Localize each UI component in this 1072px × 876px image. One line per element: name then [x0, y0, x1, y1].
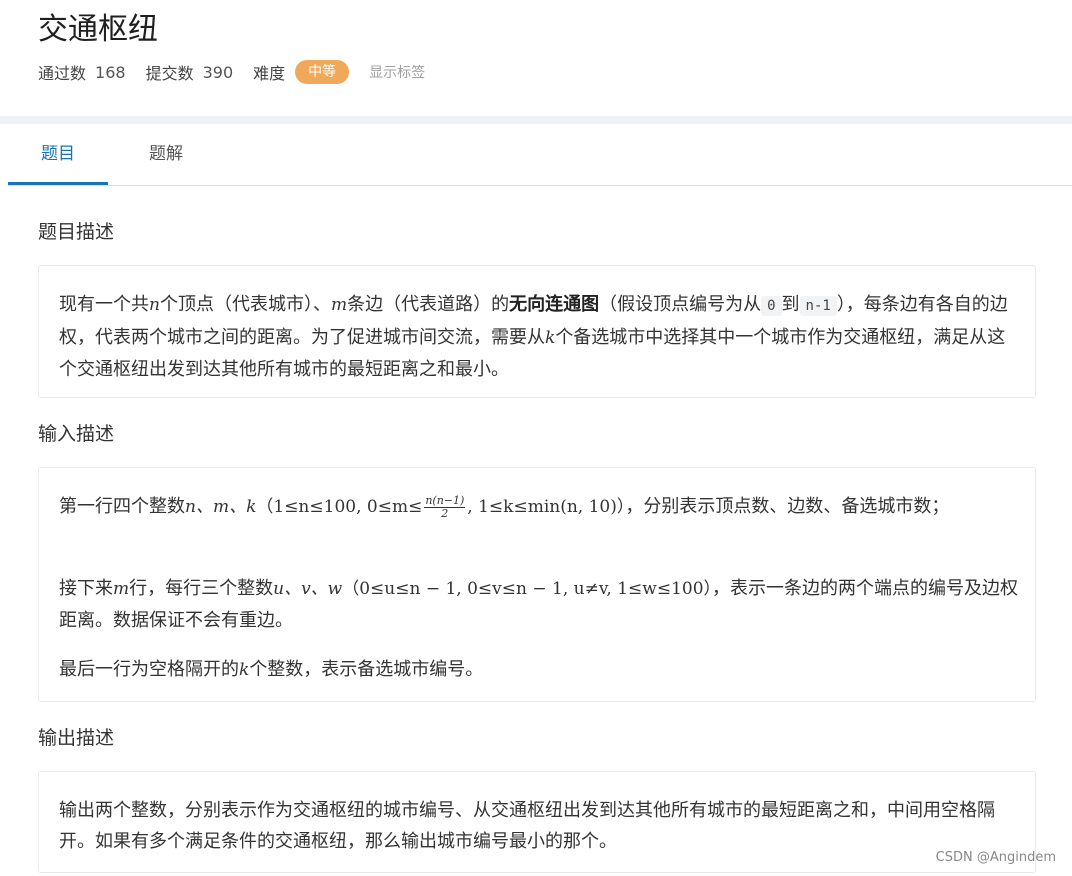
- math-var-m: m: [330, 295, 348, 315]
- math-var-m: m: [113, 579, 130, 599]
- tab-bar: 题目 题解: [8, 124, 1072, 186]
- input-box: 第一行四个整数n、m、k（1≤n≤100, 0≤m≤ n(n−1) 2, 1≤k≤m…: [38, 467, 1036, 702]
- description-text: 现有一个共n个顶点（代表城市）、m条边（代表道路）的无向连通图（假设顶点编号为从…: [59, 289, 1019, 385]
- output-heading: 输出描述: [38, 727, 115, 749]
- difficulty-badge: 中等: [295, 60, 350, 84]
- math-constraint: （1≤n≤100, 0≤m≤: [256, 497, 423, 517]
- text-run: ，分别表示顶点数、边数、备选城市数；: [625, 496, 950, 517]
- text-run: 到: [781, 294, 800, 315]
- input-line-1: 第一行四个整数n、m、k（1≤n≤100, 0≤m≤ n(n−1) 2, 1≤k≤m…: [59, 491, 1019, 523]
- math-vars: n、m、k: [185, 497, 257, 517]
- text-run: 最后一行为空格隔开的: [59, 659, 239, 680]
- math-constraint: , 1≤k≤min(n, 10)）: [467, 497, 626, 517]
- math-fraction: n(n−1) 2: [424, 493, 466, 520]
- text-run: 个整数，表示备选城市编号。: [249, 659, 484, 680]
- input-heading: 输入描述: [38, 423, 115, 445]
- accepted-count: 168: [95, 62, 126, 82]
- math-constraint: （0≤u≤n − 1, 0≤v≤n − 1, u≠v, 1≤w≤100）: [342, 579, 713, 599]
- watermark: CSDN @Angindem: [935, 850, 1056, 865]
- inline-code: 0: [761, 296, 782, 316]
- fraction-numerator: n(n−1): [424, 493, 466, 508]
- header-divider-band: [0, 116, 1072, 124]
- tab-problem[interactable]: 题目: [8, 124, 108, 185]
- difficulty-label: 难度: [253, 64, 286, 83]
- text-run: 条边（代表道路）的: [347, 294, 510, 315]
- submitted-label: 提交数: [145, 64, 194, 83]
- page-title: 交通枢纽: [38, 12, 158, 47]
- description-box: 现有一个共n个顶点（代表城市）、m条边（代表道路）的无向连通图（假设顶点编号为从…: [38, 265, 1036, 398]
- math-var-k: k: [545, 328, 556, 348]
- text-run: 个顶点（代表城市）、: [159, 294, 331, 315]
- math-var-k: k: [239, 660, 250, 680]
- problem-stats: 通过数 168 提交数 390 难度 中等 显示标签: [38, 58, 425, 86]
- text-run: 第一行四个整数: [59, 496, 185, 517]
- output-text: 输出两个整数，分别表示作为交通枢纽的城市编号、从交通枢纽出发到达其他所有城市的最…: [59, 800, 995, 852]
- math-vars: u、v、w: [273, 579, 343, 599]
- input-line-3: 最后一行为空格隔开的k个整数，表示备选城市编号。: [59, 654, 1019, 686]
- math-var-n: n: [149, 295, 160, 315]
- inline-code: n-1: [799, 296, 837, 316]
- accepted-label: 通过数: [38, 64, 87, 83]
- fraction-denominator: 2: [441, 506, 449, 520]
- tab-solution[interactable]: 题解: [116, 124, 216, 185]
- text-run: 行，每行三个整数: [129, 578, 274, 599]
- input-line-2: 接下来m行，每行三个整数u、v、w（0≤u≤n − 1, 0≤v≤n − 1, …: [59, 573, 1019, 636]
- bold-term: 无向连通图: [509, 294, 600, 315]
- text-run: 接下来: [59, 578, 113, 599]
- text-run: （假设顶点编号为从: [599, 294, 762, 315]
- submitted-count: 390: [202, 62, 234, 82]
- description-heading: 题目描述: [38, 221, 115, 243]
- output-box: 输出两个整数，分别表示作为交通枢纽的城市编号、从交通枢纽出发到达其他所有城市的最…: [38, 771, 1036, 873]
- show-tags-link[interactable]: 显示标签: [369, 62, 425, 82]
- text-run: 现有一个共: [59, 294, 149, 315]
- problem-header: 交通枢纽 通过数 168 提交数 390 难度 中等 显示标签: [0, 0, 1072, 116]
